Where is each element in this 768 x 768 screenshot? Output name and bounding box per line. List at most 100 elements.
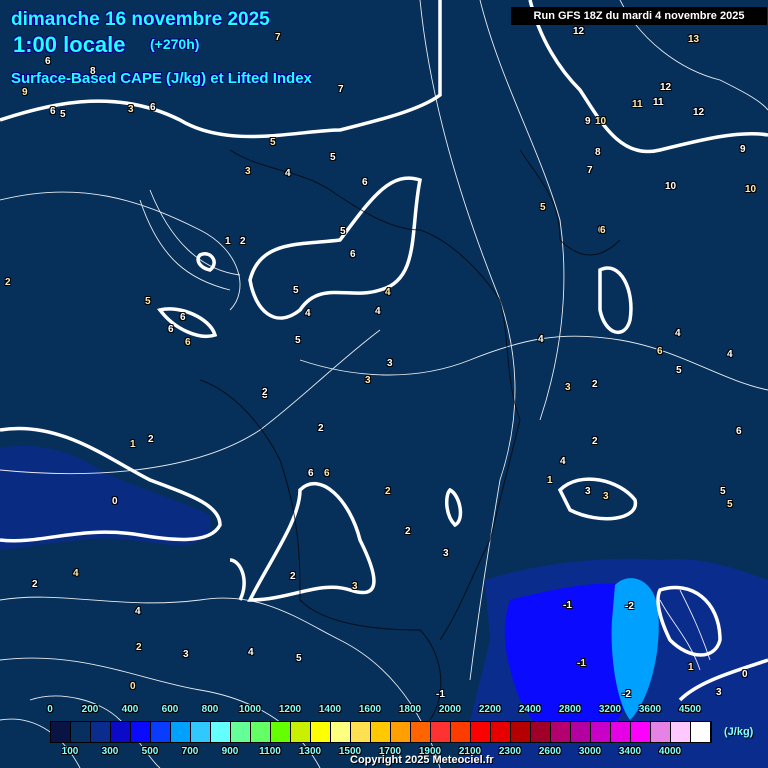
colorbar-swatch [511,722,531,742]
colorbar-tick-label: 700 [181,746,199,757]
colorbar-tick-label: 1200 [278,704,302,715]
colorbar-tick-label: 500 [141,746,159,757]
colorbar-tick-label: 1000 [238,704,262,715]
lifted-index-label: 4 [248,647,254,658]
lifted-index-label: 3 [565,382,571,393]
colorbar-swatch [451,722,471,742]
lifted-index-label: 5 [295,335,301,346]
lifted-index-label: 2 [148,434,154,445]
colorbar-swatch [591,722,611,742]
lifted-index-label: 4 [675,328,681,339]
lifted-index-label: 7 [587,165,593,176]
lifted-index-label: 5 [296,653,302,664]
lifted-index-label: 11 [632,99,643,110]
colorbar-swatch [51,722,71,742]
lifted-index-label: 0 [130,681,136,692]
lifted-index-label: 3 [387,358,393,369]
lifted-index-label: 6 [168,324,174,335]
lifted-index-label: 4 [73,568,79,579]
lifted-index-label: 5 [293,285,299,296]
colorbar [50,721,712,743]
lifted-index-label: 4 [560,456,566,467]
colorbar-tick-label: 1400 [318,704,342,715]
colorbar-tick-label: 3600 [638,704,662,715]
lifted-index-label: 3 [716,687,722,698]
lifted-index-label: 3 [245,166,251,177]
lifted-index-label: 5 [720,486,726,497]
lifted-index-label: 5 [676,365,682,376]
lifted-index-label: -1 [563,600,572,611]
colorbar-swatch [491,722,511,742]
lifted-index-label: 3 [183,649,189,660]
colorbar-tick-label: 3200 [598,704,622,715]
colorbar-tick-label: 0 [47,704,53,715]
colorbar-swatch [211,722,231,742]
lifted-index-label: 0 [742,669,748,680]
lifted-index-label: 1 [225,236,231,247]
colorbar-swatch [231,722,251,742]
colorbar-swatch [411,722,431,742]
colorbar-tick-label: 1800 [398,704,422,715]
colorbar-swatch [111,722,131,742]
lifted-index-label: -1 [436,689,445,700]
lifted-index-label: 3 [128,104,134,115]
lifted-index-label: 4 [285,168,291,179]
colorbar-swatch [551,722,571,742]
colorbar-swatch [671,722,691,742]
map-canvas [0,0,768,768]
colorbar-swatch [351,722,371,742]
copyright: Copyright 2025 Meteociel.fr [350,754,494,766]
lifted-index-label: 1 [688,662,694,673]
colorbar-swatch [151,722,171,742]
colorbar-swatch [311,722,331,742]
lifted-index-label: 2 [592,379,598,390]
colorbar-tick-label: 800 [201,704,219,715]
lifted-index-label: 4 [538,334,544,345]
lifted-index-label: 6 [600,225,606,236]
lifted-index-label: 2 [5,277,11,288]
lifted-index-label: 3 [443,548,449,559]
colorbar-tick-label: 100 [61,746,79,757]
lifted-index-label: 5 [330,152,336,163]
lifted-index-label: 7 [275,32,281,43]
colorbar-unit: (J/kg) [724,726,754,738]
colorbar-swatch [571,722,591,742]
lifted-index-label: 5 [540,202,546,213]
lifted-index-label: 10 [595,116,607,127]
colorbar-swatch [611,722,631,742]
colorbar-swatch [391,722,411,742]
colorbar-tick-label: 600 [161,704,179,715]
lifted-index-label: 6 [324,468,330,479]
lifted-index-label: 5 [60,109,66,120]
colorbar-tick-label: 2000 [438,704,462,715]
lifted-index-label: 3 [585,486,591,497]
lifted-index-label: 4 [135,606,141,617]
weather-map: dimanche 16 novembre 2025 1:00 locale (+… [0,0,768,768]
lifted-index-label: 5 [340,226,346,237]
colorbar-swatch [271,722,291,742]
forecast-time: 1:00 locale [13,32,126,57]
lifted-index-label: 6 [657,346,663,357]
colorbar-swatch [691,722,711,742]
lifted-index-label: 1 [130,439,136,450]
lifted-index-label: 10 [745,184,757,195]
lifted-index-label: 5 [727,499,733,510]
lifted-index-label: 2 [592,436,598,447]
colorbar-tick-label: 200 [81,704,99,715]
colorbar-tick-label: 4000 [658,746,682,757]
lifted-index-label: 2 [405,526,411,537]
colorbar-swatch [291,722,311,742]
colorbar-swatch [71,722,91,742]
colorbar-swatch [191,722,211,742]
lifted-index-label: 6 [185,337,191,348]
lifted-index-label: 1 [547,475,553,486]
colorbar-swatch [171,722,191,742]
lifted-index-label: 6 [180,312,186,323]
colorbar-swatch [331,722,351,742]
colorbar-tick-label: 3400 [618,746,642,757]
lifted-index-label: 6 [362,177,368,188]
forecast-date: dimanche 16 novembre 2025 [11,9,270,30]
colorbar-tick-label: 1300 [298,746,322,757]
colorbar-swatch [371,722,391,742]
lifted-index-label: -1 [577,658,586,669]
